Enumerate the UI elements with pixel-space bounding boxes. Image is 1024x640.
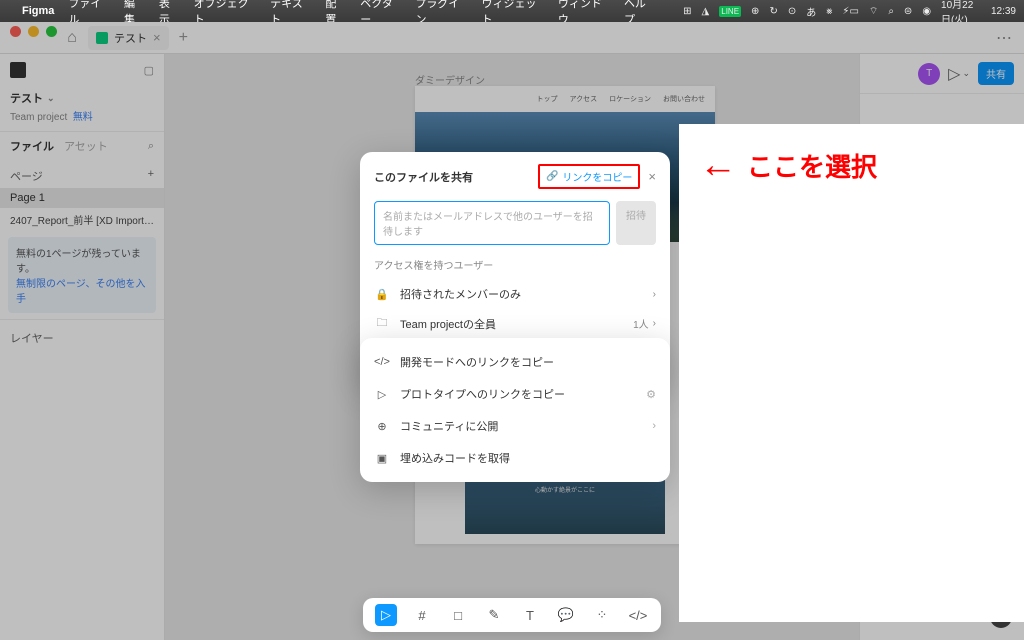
tray-icon[interactable]: ↻ bbox=[769, 6, 777, 17]
macos-menubar: Figma ファイル 編集 表示 オブジェクト テキスト 配置 ベクター プラグ… bbox=[0, 0, 1024, 22]
chevron-right-icon: › bbox=[653, 289, 656, 300]
invite-input[interactable]: 名前またはメールアドレスで他のユーザーを招待します bbox=[374, 201, 610, 245]
dev-mode-toggle[interactable]: </> bbox=[627, 604, 649, 626]
tab-asset[interactable]: アセット bbox=[64, 138, 108, 154]
tray-line-icon[interactable]: LINE bbox=[719, 6, 741, 17]
tab-label: テスト bbox=[114, 30, 147, 46]
embed-icon: ▣ bbox=[374, 452, 390, 465]
add-page-icon[interactable]: + bbox=[148, 168, 154, 184]
share-submenu: </>開発モードへのリンクをコピー ▷プロトタイプへのリンクをコピー⚙ ⊕コミュ… bbox=[360, 338, 670, 482]
tray-icon[interactable]: ⊞ bbox=[683, 6, 691, 17]
pages-label: ページ bbox=[10, 168, 43, 184]
layers-label: レイヤー bbox=[0, 319, 164, 356]
shape-tool[interactable]: □ bbox=[447, 604, 469, 626]
search-icon[interactable]: ⌕ bbox=[888, 6, 894, 17]
file-title[interactable]: テスト⌄ bbox=[0, 86, 164, 108]
access-label: アクセス権を持つユーザー bbox=[374, 257, 656, 272]
app-name[interactable]: Figma bbox=[22, 5, 54, 17]
pen-tool[interactable]: ✎ bbox=[483, 604, 505, 626]
link-icon: 🔗 bbox=[546, 171, 558, 182]
folder-icon: 🗀 bbox=[374, 314, 390, 333]
page-item[interactable]: Page 1 bbox=[0, 188, 164, 208]
figma-file-icon bbox=[96, 32, 108, 44]
modal-title: このファイルを共有 bbox=[374, 169, 538, 185]
avatar[interactable]: T bbox=[918, 63, 940, 85]
close-tab-icon[interactable]: × bbox=[153, 30, 161, 45]
page-item[interactable]: 2407_Report_前半 [XD Import] (30-Ju... bbox=[0, 208, 164, 231]
access-row-team[interactable]: 🗀 Team projectの全員 1人 › bbox=[374, 308, 656, 339]
copy-link-button[interactable]: 🔗 リンクをコピー bbox=[538, 164, 640, 189]
menubar-time[interactable]: 12:39 bbox=[991, 6, 1016, 17]
lock-icon: 🔒 bbox=[374, 288, 390, 301]
home-icon[interactable]: ⌂ bbox=[60, 26, 84, 50]
tray-icon[interactable]: ◮ bbox=[702, 6, 710, 17]
tray-icon[interactable]: ⊙ bbox=[788, 6, 796, 17]
text-tool[interactable]: T bbox=[519, 604, 541, 626]
tab-file[interactable]: ファイル bbox=[10, 138, 54, 154]
play-icon: ▷ bbox=[374, 388, 390, 401]
team-breadcrumb[interactable]: Team project 無料 bbox=[0, 108, 164, 131]
arrow-left-icon: ← bbox=[699, 144, 737, 187]
bottom-toolbar: ▷ # □ ✎ T 💬 ⁘ </> bbox=[363, 598, 661, 632]
battery-icon[interactable]: ⚡︎▭ bbox=[842, 6, 858, 17]
close-icon[interactable]: × bbox=[648, 169, 656, 184]
file-tab[interactable]: テスト × bbox=[88, 26, 169, 50]
present-button[interactable]: ▷ ⌄ bbox=[948, 64, 970, 84]
panel-toggle-icon[interactable]: ▢ bbox=[144, 64, 154, 77]
tab-bar: ⌂ テスト × + ⋯ bbox=[0, 22, 1024, 54]
siri-icon[interactable]: ◉ bbox=[922, 6, 931, 17]
annotation-text: ここを選択 bbox=[747, 147, 877, 184]
frame-label[interactable]: ダミーデザイン bbox=[415, 72, 485, 87]
wifi-icon[interactable]: ⌔ bbox=[869, 5, 878, 18]
upgrade-banner[interactable]: 無料の1ページが残っています。 無制限のページ、その他を入手 bbox=[8, 237, 156, 313]
art-nav: トップアクセスロケーションお問い合わせ bbox=[415, 86, 715, 112]
left-panel: ▢ テスト⌄ Team project 無料 ファイル アセット ⌕ ページ+ … bbox=[0, 54, 165, 640]
access-row-invited[interactable]: 🔒 招待されたメンバーのみ › bbox=[374, 280, 656, 308]
actions-tool[interactable]: ⁘ bbox=[591, 604, 613, 626]
gear-icon[interactable]: ⚙ bbox=[646, 388, 656, 401]
input-lang[interactable]: あ bbox=[806, 4, 816, 19]
get-embed[interactable]: ▣埋め込みコードを取得 bbox=[374, 442, 656, 474]
code-icon: </> bbox=[374, 356, 390, 368]
figma-window: ⌂ テスト × + ⋯ ▢ テスト⌄ Team project 無料 ファイル … bbox=[0, 22, 1024, 640]
publish-community[interactable]: ⊕コミュニティに公開› bbox=[374, 410, 656, 442]
copy-proto-link[interactable]: ▷プロトタイプへのリンクをコピー⚙ bbox=[374, 378, 656, 410]
window-more-icon[interactable]: ⋯ bbox=[996, 28, 1012, 48]
invite-button[interactable]: 招待 bbox=[616, 201, 656, 245]
frame-tool[interactable]: # bbox=[411, 604, 433, 626]
search-icon[interactable]: ⌕ bbox=[148, 140, 154, 153]
globe-icon: ⊕ bbox=[374, 420, 390, 433]
share-button[interactable]: 共有 bbox=[978, 62, 1014, 85]
tray-icon[interactable]: ⊕ bbox=[751, 6, 759, 17]
move-tool[interactable]: ▷ bbox=[375, 604, 397, 626]
traffic-lights[interactable] bbox=[10, 26, 57, 37]
new-tab-button[interactable]: + bbox=[179, 29, 188, 47]
copy-dev-link[interactable]: </>開発モードへのリンクをコピー bbox=[374, 346, 656, 378]
figma-logo-icon[interactable] bbox=[10, 62, 26, 78]
annotation-overlay: ← ここを選択 bbox=[679, 124, 1024, 622]
comment-tool[interactable]: 💬 bbox=[555, 604, 577, 626]
bluetooth-icon[interactable]: ⨳ bbox=[826, 6, 832, 17]
control-center-icon[interactable]: ⊜ bbox=[904, 6, 912, 17]
